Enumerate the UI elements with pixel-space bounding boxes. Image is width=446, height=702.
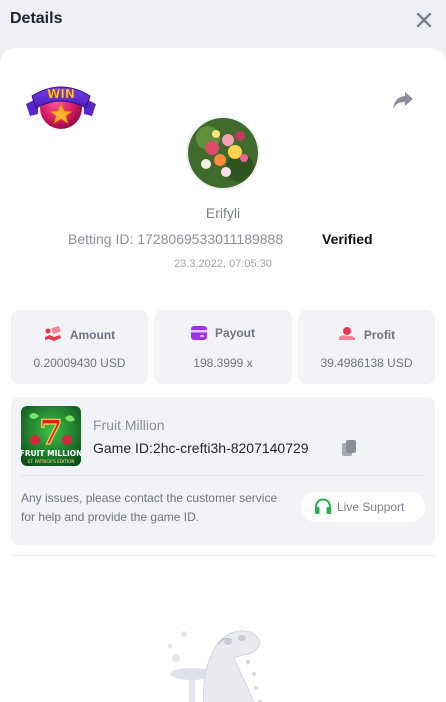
page-title: Details (10, 10, 63, 27)
live-support-label: Live Support (337, 500, 405, 514)
live-support-button[interactable]: Live Support (301, 492, 425, 522)
close-icon (416, 12, 432, 28)
headset-icon (315, 498, 331, 514)
avatar (186, 116, 260, 190)
support-notice: Any issues, please contact the customer … (21, 491, 278, 524)
game-id-label: Game ID: (93, 440, 153, 456)
card-icon (190, 326, 207, 340)
verified-badge: Verified (322, 231, 373, 247)
win-text: WIN (47, 87, 75, 101)
header: Details (0, 0, 446, 48)
amount-card: Amount 0.20009430 USD (11, 310, 148, 384)
money-icon (44, 326, 61, 341)
win-badge: WIN (24, 74, 98, 130)
profit-card: Profit 39.4986138 USD (298, 310, 435, 384)
bet-datetime: 23.3.2022, 07:05:30 (174, 258, 272, 270)
profit-hand-icon (338, 327, 355, 340)
thumb-title: FRUIT MILLION (21, 449, 81, 458)
thumb-number: 7 (39, 413, 63, 453)
payout-label: Payout (214, 326, 255, 340)
betting-id: Betting ID: 1728069533011189888 (68, 231, 283, 247)
username: Erifyli (205, 205, 241, 221)
copy-button[interactable] (341, 439, 357, 457)
game-id: Game ID:2hc-crefti3h-8207140729 (93, 440, 309, 456)
betting-id-label: Betting ID: (68, 231, 134, 247)
amount-value: 0.20009430 USD (33, 356, 126, 370)
section-divider (11, 555, 435, 556)
game-thumbnail[interactable]: 7 FRUIT MILLION ST. PATRICK'S EDITION (21, 406, 81, 466)
amount-label: Amount (69, 328, 116, 342)
details-sheet: WIN Erifyli Betting ID: 1728069533011189… (0, 48, 446, 702)
divider (21, 475, 425, 476)
stats-row: Amount 0.20009430 USD Payout 198.3999 x … (11, 310, 435, 384)
share-icon (393, 92, 413, 109)
game-id-value: 2hc-crefti3h-8207140729 (152, 440, 309, 456)
payout-card: Payout 198.3999 x (154, 310, 292, 384)
thumb-subtitle: ST. PATRICK'S EDITION (27, 459, 74, 464)
betting-id-value: 1728069533011189888 (137, 231, 284, 247)
game-card: 7 FRUIT MILLION ST. PATRICK'S EDITION Fr… (11, 397, 435, 545)
game-name[interactable]: Fruit Million (93, 417, 165, 433)
share-button[interactable] (392, 90, 414, 110)
mascot-illustration (158, 622, 276, 702)
profit-label: Profit (363, 328, 396, 342)
copy-icon (342, 440, 356, 456)
close-button[interactable] (414, 10, 434, 30)
profit-value: 39.4986138 USD (320, 356, 413, 370)
payout-value: 198.3999 x (193, 356, 253, 370)
